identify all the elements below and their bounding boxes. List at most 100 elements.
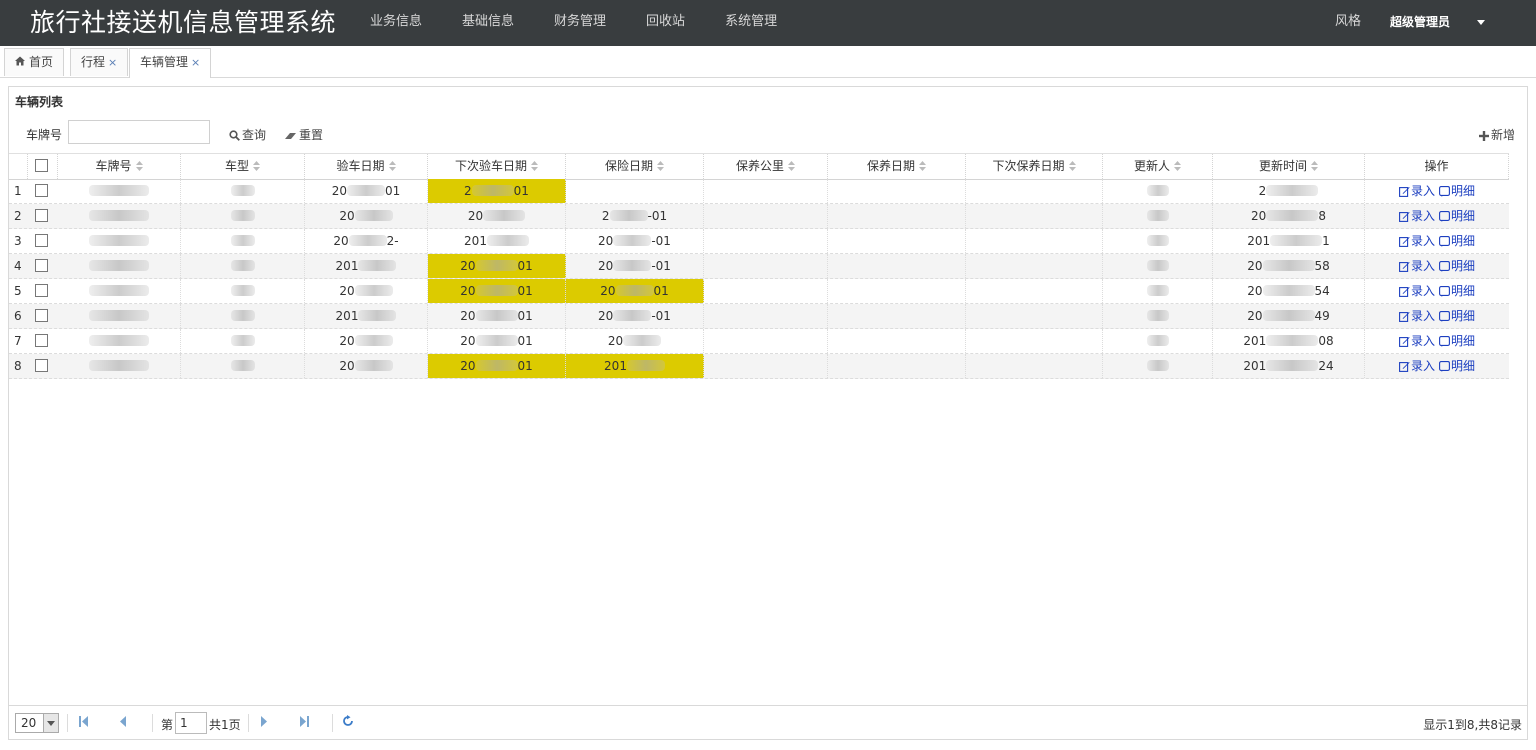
date-prefix: 2 — [1258, 184, 1267, 198]
row-checkbox[interactable] — [35, 259, 48, 272]
header-model[interactable]: 车型 — [181, 154, 305, 179]
header-plate[interactable]: 车牌号 — [58, 154, 181, 179]
caret-down-icon[interactable] — [1477, 20, 1485, 25]
main-menu: 业务信息 基础信息 财务管理 回收站 系统管理 — [350, 0, 797, 46]
first-page-icon[interactable] — [79, 716, 89, 727]
cell-actions: 录入 明细 — [1365, 329, 1509, 353]
select-all-checkbox[interactable] — [35, 159, 48, 172]
rownum-header — [9, 154, 28, 179]
table-row[interactable]: 1 20 01 2 01 2 录入 明细 — [9, 179, 1509, 204]
row-checkbox[interactable] — [35, 234, 48, 247]
cell-insurance: 2 -01 — [566, 204, 704, 228]
header-updater[interactable]: 更新人 — [1103, 154, 1213, 179]
chevron-down-icon[interactable] — [43, 714, 58, 732]
header-next-inspect-date[interactable]: 下次验车日期 — [428, 154, 566, 179]
add-button[interactable]: 新增 — [1479, 126, 1515, 143]
row-checkbox[interactable] — [35, 184, 48, 197]
detail-link[interactable]: 明细 — [1439, 284, 1475, 298]
cell-insurance: 20 -01 — [566, 254, 704, 278]
menu-basic-info[interactable]: 基础信息 — [442, 0, 534, 46]
refresh-icon[interactable] — [342, 715, 354, 727]
header-insurance-date[interactable]: 保险日期 — [566, 154, 704, 179]
cell-next-maintain — [966, 254, 1103, 278]
table-row[interactable]: 3 20 2- 201 20 -01 201 1 录入 明细 — [9, 229, 1509, 254]
header-inspect-date[interactable]: 验车日期 — [305, 154, 428, 179]
edit-link[interactable]: 录入 — [1399, 209, 1435, 223]
header-maintain-km[interactable]: 保养公里 — [704, 154, 828, 179]
edit-link[interactable]: 录入 — [1399, 334, 1435, 348]
row-checkbox[interactable] — [35, 359, 48, 372]
date-suffix: 01 — [517, 334, 533, 348]
table-row[interactable]: 2 20 20 2 -01 20 8 录入 明细 — [9, 204, 1509, 229]
date-prefix: 201 — [1243, 334, 1267, 348]
menu-system[interactable]: 系统管理 — [705, 0, 797, 46]
cell-next-inspect: 20 — [428, 204, 566, 228]
edit-link[interactable]: 录入 — [1399, 184, 1435, 198]
edit-link[interactable]: 录入 — [1399, 259, 1435, 273]
table-row[interactable]: 4 201 20 01 20 -01 20 58 录入 明细 — [9, 254, 1509, 279]
style-switch[interactable]: 风格 — [1335, 0, 1361, 44]
cell-inspect: 20 2- — [305, 229, 428, 253]
date-prefix: 20 — [331, 184, 347, 198]
cell-next-maintain — [966, 204, 1103, 228]
detail-link[interactable]: 明细 — [1439, 259, 1475, 273]
tab-home[interactable]: 首页 — [4, 48, 65, 76]
table-row[interactable]: 7 20 20 01 20 201 08 录入 明细 — [9, 329, 1509, 354]
menu-recycle-bin[interactable]: 回收站 — [626, 0, 705, 46]
tab-itinerary[interactable]: 行程 × — [70, 48, 129, 76]
row-checkbox[interactable] — [35, 309, 48, 322]
detail-link[interactable]: 明细 — [1439, 309, 1475, 323]
header-update-time[interactable]: 更新时间 — [1213, 154, 1365, 179]
last-page-icon[interactable] — [299, 716, 309, 727]
detail-link[interactable]: 明细 — [1439, 334, 1475, 348]
cell-maintain-km — [704, 179, 828, 203]
close-icon[interactable]: × — [108, 56, 117, 69]
menu-finance[interactable]: 财务管理 — [534, 0, 626, 46]
sort-icon — [788, 161, 795, 171]
reset-button[interactable]: 重置 — [284, 126, 323, 143]
user-menu[interactable]: 超级管理员 — [1390, 0, 1450, 44]
menu-business-info[interactable]: 业务信息 — [350, 0, 442, 46]
edit-link[interactable]: 录入 — [1399, 234, 1435, 248]
edit-icon — [1399, 312, 1410, 322]
cell-next-maintain — [966, 279, 1103, 303]
sort-icon — [531, 161, 538, 171]
pagination-bar: 20 第 1 共1页 显示1到8,共8记录 — [9, 705, 1527, 740]
row-checkbox[interactable] — [35, 334, 48, 347]
redacted-text — [89, 185, 149, 196]
detail-link[interactable]: 明细 — [1439, 184, 1475, 198]
cell-insurance: 20 -01 — [566, 229, 704, 253]
header-next-maintain-date[interactable]: 下次保养日期 — [966, 154, 1103, 179]
query-button[interactable]: 查询 — [229, 126, 266, 143]
row-checkbox[interactable] — [35, 284, 48, 297]
date-prefix: 20 — [467, 209, 484, 223]
table-row[interactable]: 5 20 20 01 20 01 20 54 录入 明细 — [9, 279, 1509, 304]
tab-vehicle-management[interactable]: 车辆管理 × — [129, 48, 212, 78]
edit-link[interactable]: 录入 — [1399, 359, 1435, 373]
close-icon[interactable]: × — [191, 56, 200, 69]
plate-search-label: 车牌号 — [26, 128, 63, 142]
detail-link[interactable]: 明细 — [1439, 209, 1475, 223]
redacted-text — [615, 285, 654, 296]
edit-link[interactable]: 录入 — [1399, 309, 1435, 323]
page-size-select[interactable]: 20 — [15, 713, 59, 733]
edit-icon — [1399, 337, 1410, 347]
page-number-input[interactable]: 1 — [175, 712, 207, 734]
next-page-icon[interactable] — [260, 716, 268, 727]
plate-search-input[interactable] — [68, 120, 210, 144]
grid-header: 车牌号 车型 验车日期 下次验车日期 保险日期 保养公里 保养日期 下次保养日期… — [9, 153, 1509, 180]
cell-maintain-date — [828, 204, 966, 228]
cell-inspect: 201 — [305, 304, 428, 328]
detail-link[interactable]: 明细 — [1439, 234, 1475, 248]
edit-link[interactable]: 录入 — [1399, 284, 1435, 298]
date-suffix: 54 — [1314, 284, 1330, 298]
detail-icon — [1439, 261, 1450, 272]
detail-link[interactable]: 明细 — [1439, 359, 1475, 373]
cell-model — [181, 354, 305, 378]
row-checkbox[interactable] — [35, 209, 48, 222]
header-actions: 操作 — [1365, 154, 1509, 179]
table-row[interactable]: 8 20 20 01 201 201 24 录入 明细 — [9, 354, 1509, 379]
prev-page-icon[interactable] — [119, 716, 127, 727]
table-row[interactable]: 6 201 20 01 20 -01 20 49 录入 明细 — [9, 304, 1509, 329]
header-maintain-date[interactable]: 保养日期 — [828, 154, 966, 179]
